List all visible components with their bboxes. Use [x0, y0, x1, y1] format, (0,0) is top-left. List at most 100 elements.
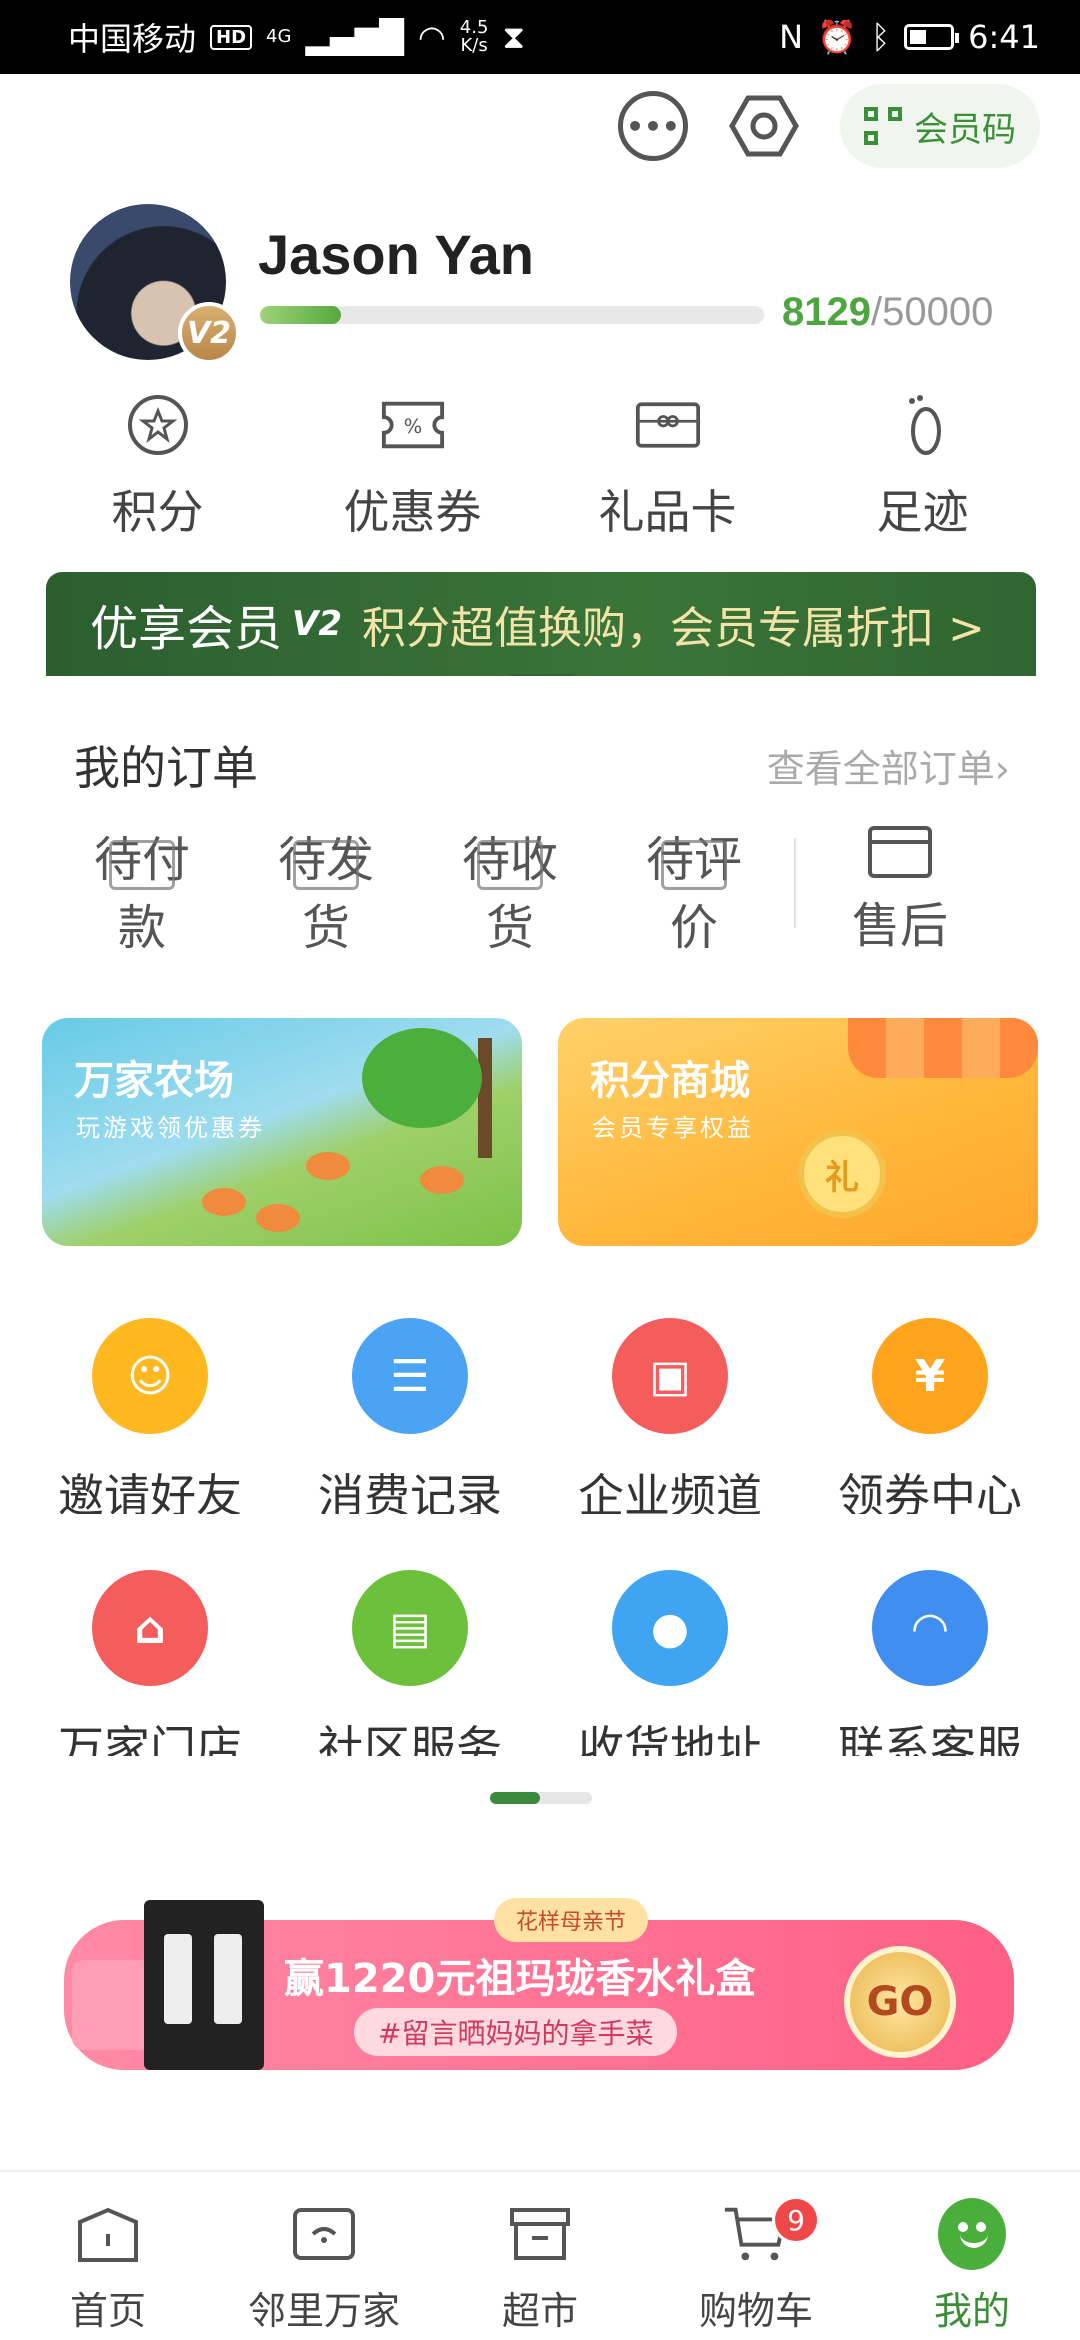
nav-home[interactable]: 首页: [18, 2202, 198, 2340]
service-item[interactable]: ¥ 领券中心: [815, 1318, 1045, 1514]
order-pending-review[interactable]: 待评价: [602, 826, 786, 962]
ad-subtitle: #留言晒妈妈的拿手菜: [354, 2008, 678, 2056]
service-label: 企业频道: [578, 1469, 762, 1514]
order-status-row: 待付款 待发货 待收货 待评价 售后: [50, 826, 1030, 962]
enterprise-icon: ▣: [612, 1318, 728, 1434]
svg-text:%: %: [403, 415, 421, 438]
service-item[interactable]: ☰ 消费记录: [295, 1318, 525, 1514]
services-grid: ☺ 邀请好友 ☰ 消费记录 ▣ 企业频道 ¥ 领券中心 ⌂ 万家门店 ▤ 社区服务 ● 收货地址 ◠ 联系客…: [0, 1318, 1080, 1756]
promo-title: 万家农场: [74, 1058, 234, 1104]
net-speed: 4.5 K/s: [459, 17, 489, 56]
awning-illustration: [848, 1018, 1038, 1078]
quick-link-label: 足迹: [876, 485, 969, 539]
coupon-center-icon: ¥: [872, 1318, 988, 1434]
qr-code-icon: [864, 107, 902, 145]
coupon-icon: %: [380, 392, 446, 458]
points-target: 50000: [882, 290, 994, 334]
community-icon: ▤: [352, 1570, 468, 1686]
nav-me[interactable]: 我的: [882, 2198, 1062, 2340]
quick-link-label: 积分: [111, 485, 204, 539]
promo-subtitle: 玩游戏领优惠券: [76, 1114, 265, 1142]
service-label: 领券中心: [838, 1469, 1022, 1514]
vip-banner[interactable]: 优享会员 V2 积分超值换购，会员专属折扣 >: [46, 572, 1036, 676]
network-type: 4G: [266, 26, 292, 47]
quick-link-coupons[interactable]: % 优惠券: [313, 392, 513, 542]
ad-banner[interactable]: 花样母亲节 赢1220元祖玛珑香水礼盒 #留言晒妈妈的拿手菜 GO: [54, 1880, 1034, 2090]
orders-card: 我的订单 查看全部订单› 待付款 待发货 待收货 待评价 售后: [30, 676, 1050, 966]
clock-time: 6:41: [968, 18, 1040, 56]
orders-title: 我的订单: [74, 741, 258, 795]
nav-label: 首页: [69, 2289, 146, 2333]
settings-icon[interactable]: [728, 90, 800, 162]
message-icon[interactable]: •••: [618, 91, 688, 161]
points-mall-promo-card[interactable]: 积分商城 会员专享权益 礼: [558, 1018, 1038, 1246]
service-label: 邀请好友: [58, 1469, 242, 1514]
quick-link-footprint[interactable]: 足迹: [823, 392, 1023, 542]
nav-neighborhood[interactable]: 邻里万家: [234, 2202, 414, 2340]
carrier-name: 中国移动: [68, 20, 197, 58]
points-progress-bar: [260, 306, 764, 324]
points-progress-fill: [260, 306, 341, 324]
battery-icon: [904, 24, 960, 50]
cake-illustration: [72, 1960, 152, 2050]
service-item[interactable]: ● 收货地址: [555, 1570, 785, 1756]
service-label: 社区服务: [318, 1721, 502, 1756]
nav-supermarket[interactable]: 超市: [450, 2202, 630, 2340]
carrot-illustration: [202, 1188, 246, 1216]
store-icon: ⌂: [92, 1570, 208, 1686]
service-label: 联系客服: [838, 1721, 1022, 1756]
order-pending-receipt[interactable]: 待收货: [418, 826, 602, 962]
points-separator: /: [870, 290, 883, 334]
carrot-illustration: [420, 1166, 464, 1194]
vip-level: V2: [292, 604, 342, 644]
nav-cart[interactable]: 9 购物车: [666, 2196, 846, 2340]
order-pending-payment[interactable]: 待付款: [50, 826, 234, 962]
after-sale-label: 售后: [851, 898, 948, 954]
after-sale-icon: [868, 826, 932, 878]
star-badge-icon: [125, 392, 191, 458]
wallet-icon: [109, 840, 175, 890]
service-label: 消费记录: [318, 1469, 502, 1514]
service-item[interactable]: ☺ 邀请好友: [35, 1318, 265, 1514]
service-item[interactable]: ◠ 联系客服: [815, 1570, 1045, 1756]
after-sale-button[interactable]: 售后: [820, 826, 980, 960]
truck-icon: [477, 840, 543, 890]
farm-promo-card[interactable]: 万家农场 玩游戏领优惠券: [42, 1018, 522, 1246]
quick-link-label: 礼品卡: [598, 485, 737, 539]
carrot-illustration: [306, 1152, 350, 1180]
perfume-gift-box-illustration: [144, 1900, 264, 2070]
hourglass-icon: ⧗: [502, 17, 525, 56]
header-actions: ••• 会员码: [618, 84, 1040, 168]
quick-link-gift-card[interactable]: 礼品卡: [568, 392, 768, 542]
wifi-icon: ◠: [417, 18, 446, 56]
user-name[interactable]: Jason Yan: [258, 222, 534, 278]
order-pending-shipment[interactable]: 待发货: [234, 826, 418, 962]
service-label: 万家门店: [58, 1721, 242, 1756]
supermarket-icon: [506, 2202, 574, 2266]
nav-label: 购物车: [698, 2289, 813, 2333]
divider: [794, 838, 796, 928]
review-icon: [661, 840, 727, 890]
hd-badge: HD: [210, 24, 253, 50]
service-item[interactable]: ▣ 企业频道: [555, 1318, 785, 1514]
service-item[interactable]: ⌂ 万家门店: [35, 1570, 265, 1756]
promo-subtitle: 会员专享权益: [592, 1114, 754, 1142]
quick-link-points[interactable]: 积分: [58, 392, 258, 542]
ad-tag: 花样母亲节: [494, 1898, 649, 1942]
view-all-orders-link[interactable]: 查看全部订单›: [767, 738, 1010, 793]
go-button[interactable]: GO: [844, 1946, 956, 2058]
service-label: 收货地址: [578, 1721, 762, 1756]
points-readout: 8129/50000: [782, 290, 993, 335]
box-icon: [293, 840, 359, 890]
member-code-button[interactable]: 会员码: [840, 84, 1040, 168]
gift-coin-icon: 礼: [798, 1130, 886, 1218]
level-badge: V2: [178, 302, 240, 364]
avatar[interactable]: V2: [70, 204, 240, 364]
service-item[interactable]: ▤ 社区服务: [295, 1570, 525, 1756]
nav-label: 我的: [933, 2289, 1010, 2333]
quick-links: 积分 % 优惠券 礼品卡 足迹: [0, 392, 1080, 542]
services-row: ☺ 邀请好友 ☰ 消费记录 ▣ 企业频道 ¥ 领券中心: [0, 1318, 1080, 1514]
vip-title: 优享会员: [90, 601, 283, 657]
alarm-icon: ⏰: [817, 18, 857, 56]
home-icon: [74, 2202, 142, 2266]
